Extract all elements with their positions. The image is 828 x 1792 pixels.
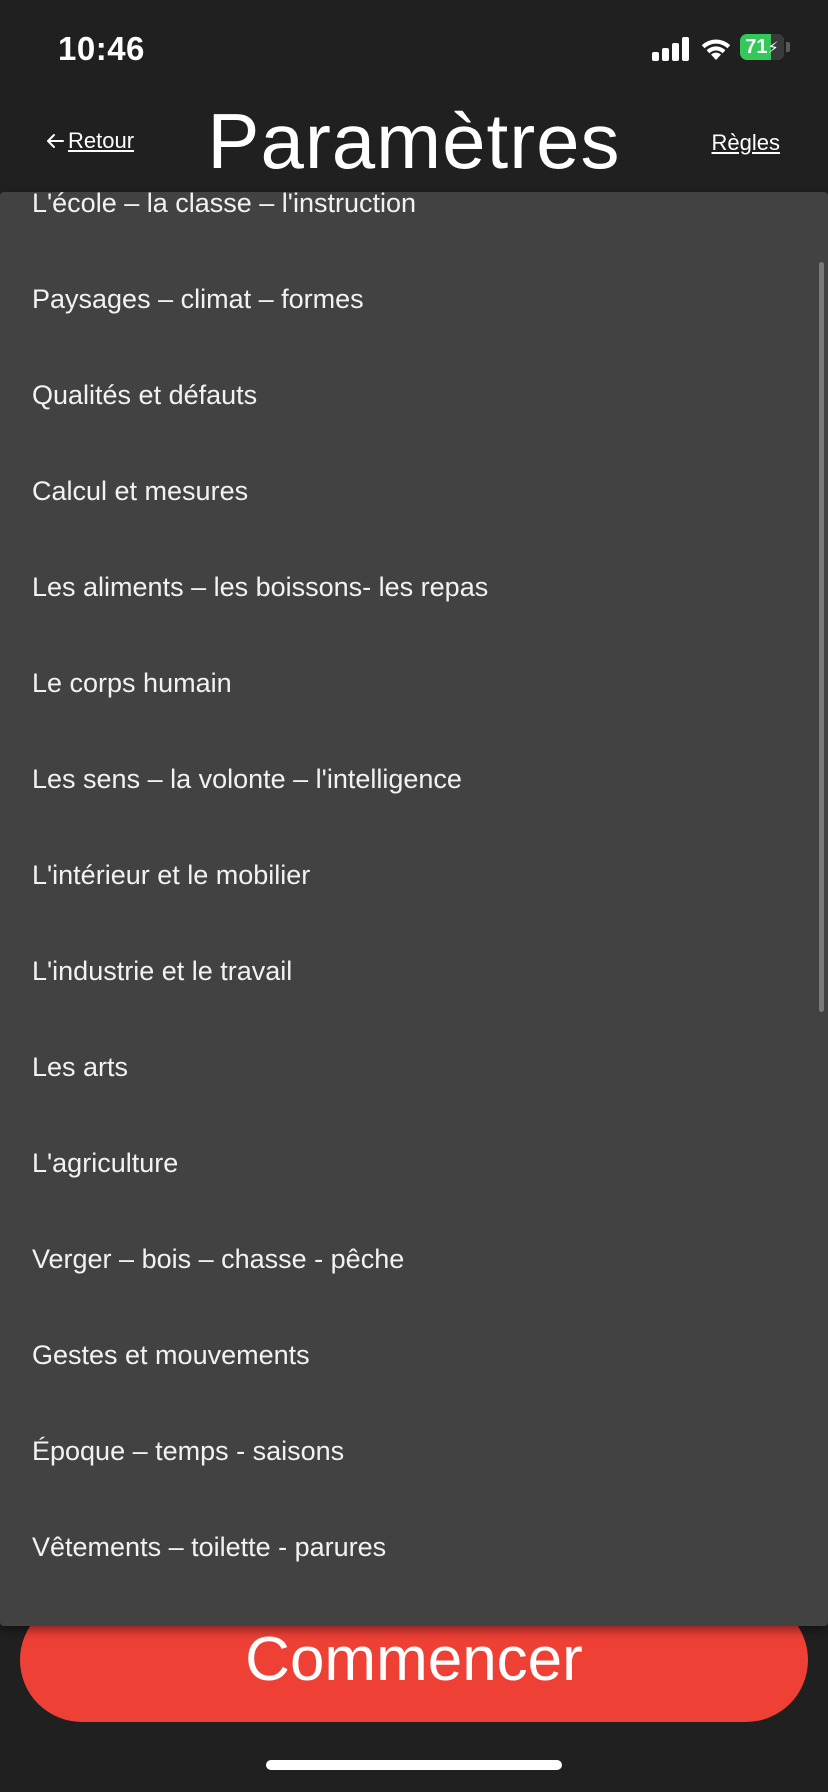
dropdown-item[interactable]: Paysages – climat – formes bbox=[0, 251, 828, 347]
battery-level-text: 71⚡ bbox=[745, 36, 779, 58]
dropdown-item[interactable]: Époque – temps - saisons bbox=[0, 1403, 828, 1499]
dropdown-item[interactable]: L'industrie et le travail bbox=[0, 923, 828, 1019]
signal-icon bbox=[652, 36, 692, 61]
dropdown-item[interactable]: Gestes et mouvements bbox=[0, 1307, 828, 1403]
dropdown-item[interactable]: Vêtements – toilette - parures bbox=[0, 1499, 828, 1595]
dropdown-item[interactable]: Les sens – la volonte – l'intelligence bbox=[0, 731, 828, 827]
wifi-icon bbox=[701, 39, 731, 60]
dropdown-item[interactable]: L'école – la classe – l'instruction bbox=[0, 192, 828, 251]
dropdown-item[interactable]: Les aliments – les boissons- les repas bbox=[0, 539, 828, 635]
battery-icon: 71⚡ bbox=[740, 34, 790, 62]
scrollbar[interactable] bbox=[819, 262, 824, 1012]
dropdown-item[interactable]: Qualités et défauts bbox=[0, 347, 828, 443]
page-title: Paramètres bbox=[207, 97, 621, 185]
rules-link[interactable]: Règles bbox=[712, 130, 780, 156]
dropdown-item[interactable]: L'agriculture bbox=[0, 1115, 828, 1211]
status-bar: 10:46 71⚡ bbox=[0, 0, 828, 100]
dropdown-item[interactable]: Calcul et mesures bbox=[0, 443, 828, 539]
home-indicator[interactable] bbox=[266, 1760, 562, 1770]
dropdown-item[interactable]: L'intérieur et le mobilier bbox=[0, 827, 828, 923]
dropdown-item[interactable]: Le corps humain bbox=[0, 635, 828, 731]
category-dropdown[interactable]: L'école – la classe – l'instruction Pays… bbox=[0, 192, 828, 1626]
category-list: L'école – la classe – l'instruction Pays… bbox=[0, 192, 828, 1595]
status-time: 10:46 bbox=[58, 30, 145, 67]
dropdown-item[interactable]: Verger – bois – chasse - pêche bbox=[0, 1211, 828, 1307]
dropdown-item[interactable]: Les arts bbox=[0, 1019, 828, 1115]
